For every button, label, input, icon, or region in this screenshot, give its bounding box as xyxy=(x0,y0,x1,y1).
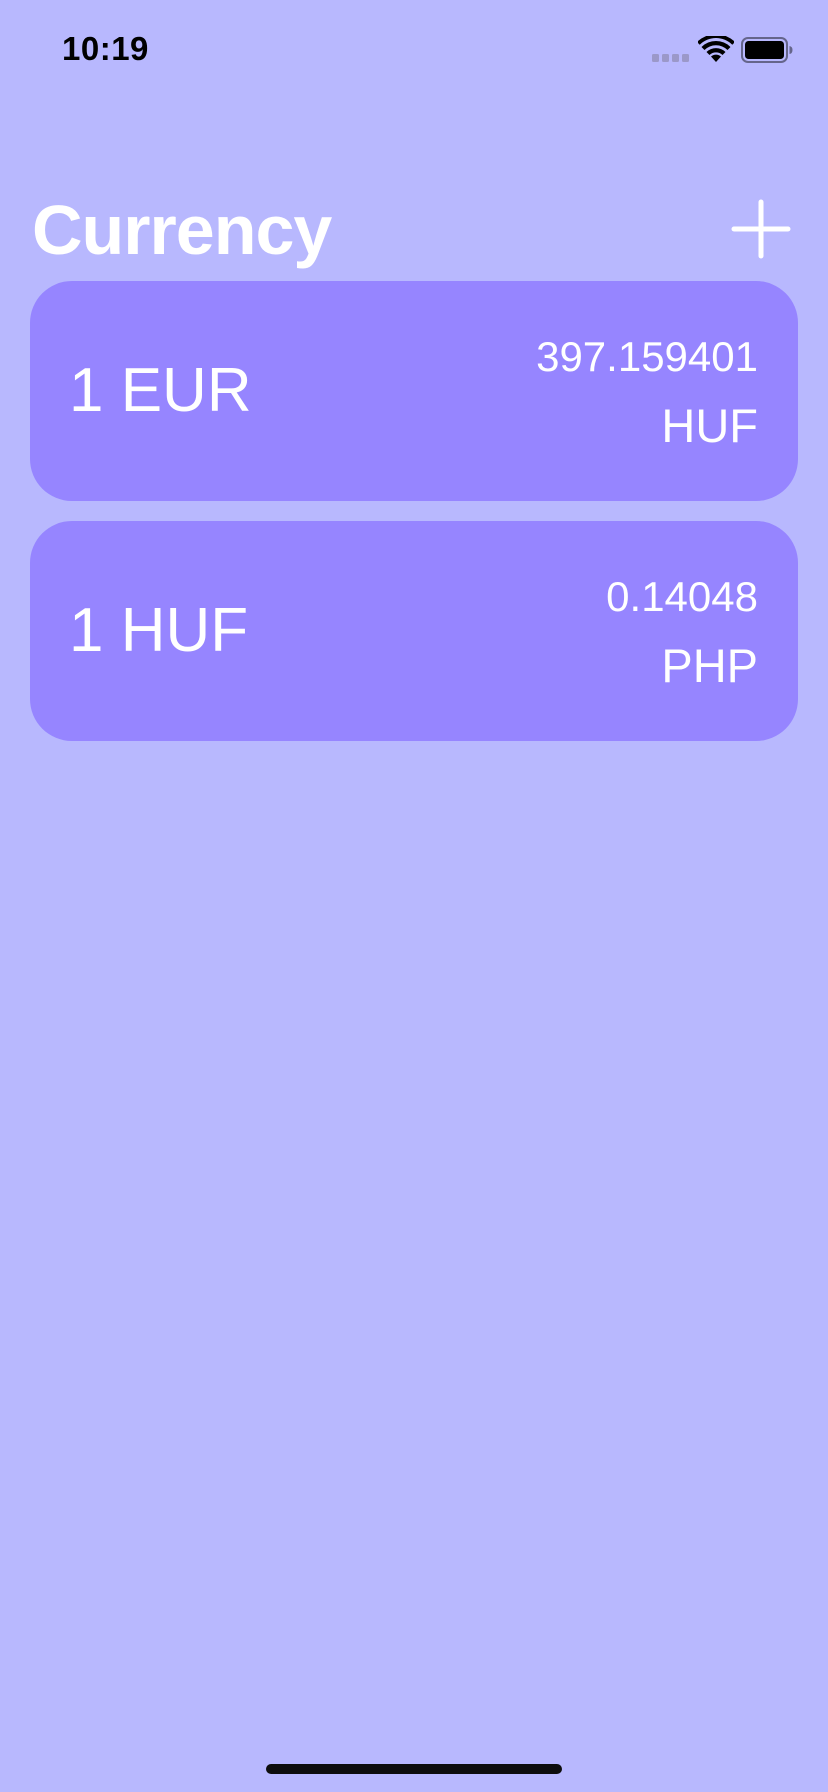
currency-card[interactable]: 1 HUF 0.14048 PHP xyxy=(30,521,798,741)
status-time: 10:19 xyxy=(62,30,149,67)
card-rate: 0.14048 xyxy=(606,573,758,620)
plus-icon xyxy=(731,199,791,259)
page-title: Currency xyxy=(32,191,332,269)
signal-dots-icon xyxy=(652,54,689,62)
card-to-currency: HUF xyxy=(661,399,758,452)
currency-card[interactable]: 1 EUR 397.159401 HUF xyxy=(30,281,798,501)
home-indicator[interactable] xyxy=(266,1764,562,1774)
wifi-icon xyxy=(698,36,734,62)
battery-icon xyxy=(741,37,793,63)
card-to-currency: PHP xyxy=(661,639,758,692)
status-bar: 10:19 xyxy=(0,0,828,100)
card-from-currency: 1 EUR xyxy=(69,356,252,425)
add-currency-button[interactable] xyxy=(730,198,792,260)
card-from-currency: 1 HUF xyxy=(69,596,249,665)
card-rate: 397.159401 xyxy=(536,333,758,380)
